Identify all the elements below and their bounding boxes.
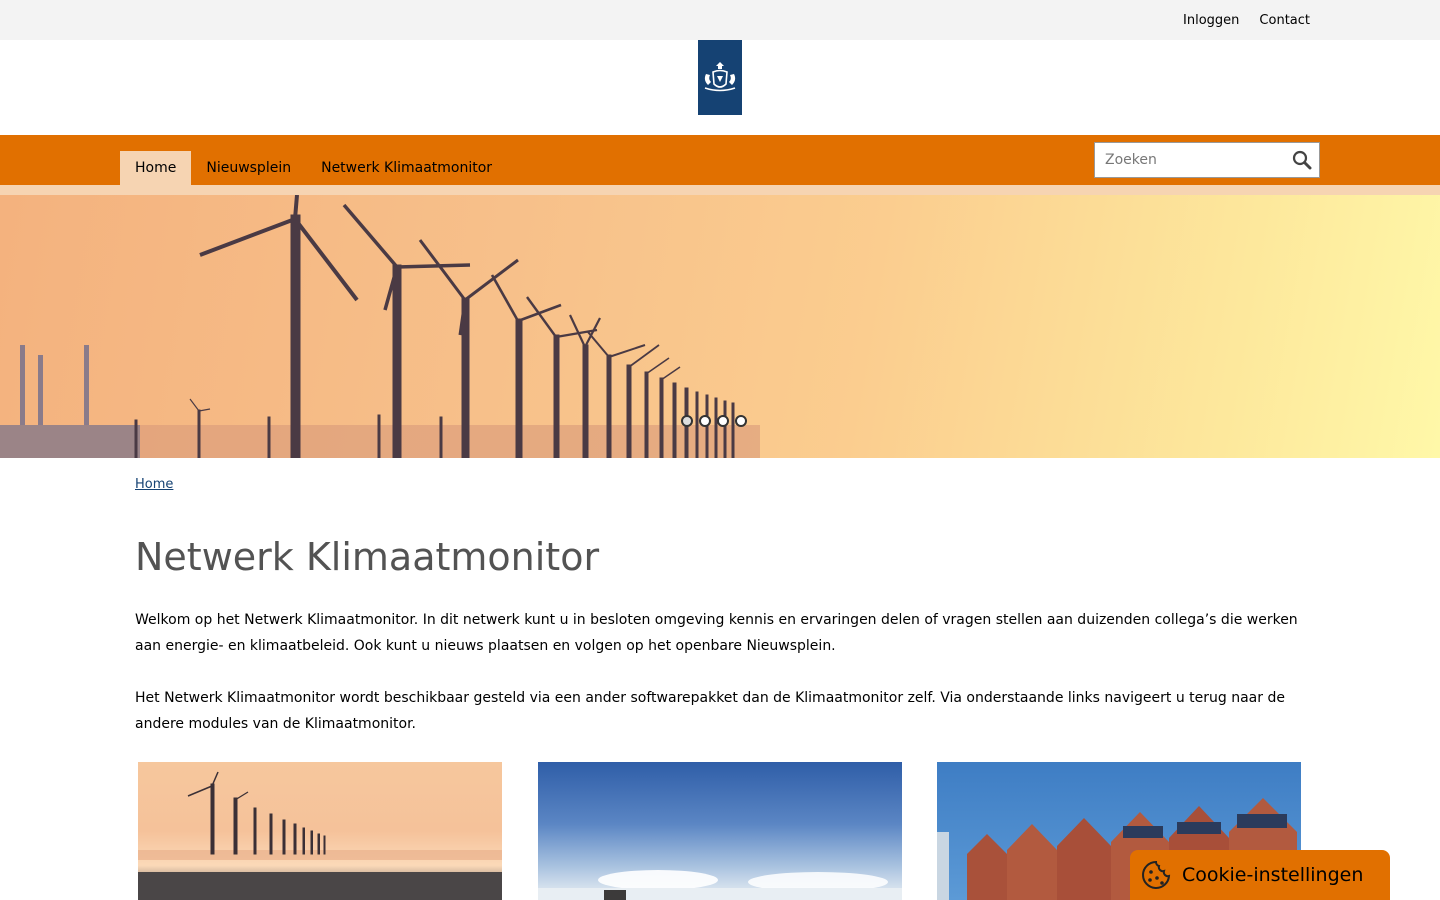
carousel-dot-1[interactable] [681,415,693,427]
carousel-dot-4[interactable] [735,415,747,427]
header [0,40,1440,135]
carousel-dot-2[interactable] [699,415,711,427]
nav-item-home[interactable]: Home [120,151,192,185]
page-title: Netwerk Klimaatmonitor [135,535,600,579]
top-links: Inloggen Contact [1183,0,1310,40]
hero-carousel [0,195,1440,458]
nav-item-netwerk-klimaatmonitor[interactable]: Netwerk Klimaatmonitor [306,151,507,185]
nav-item-nieuwsplein[interactable]: Nieuwsplein [191,151,306,185]
search-box [1094,142,1320,178]
coat-of-arms-icon [704,61,736,91]
module-card-2[interactable] [538,762,902,900]
contact-link[interactable]: Contact [1259,13,1310,28]
main-nav-bar: Home Nieuwsplein Netwerk Klimaatmonitor [0,135,1440,185]
breadcrumb-home[interactable]: Home [135,477,173,492]
cookie-icon [1142,860,1171,889]
search-input[interactable] [1095,143,1285,177]
carousel-dots [681,415,747,427]
carousel-dot-3[interactable] [717,415,729,427]
top-bar: Inloggen Contact [0,0,1440,40]
info-paragraph: Het Netwerk Klimaatmonitor wordt beschik… [135,690,1285,732]
cookie-settings-label: Cookie-instellingen [1182,864,1364,886]
card-image-windturbines [138,771,502,900]
card-image-landscape [538,870,902,900]
rijksoverheid-logo[interactable] [698,40,742,115]
login-link[interactable]: Inloggen [1183,13,1239,28]
cookie-settings-button[interactable]: Cookie-instellingen [1130,850,1390,900]
module-card-1[interactable] [138,762,502,900]
search-button[interactable] [1285,143,1319,177]
intro-paragraph: Welkom op het Netwerk Klimaatmonitor. In… [135,612,1298,654]
search-icon [1292,150,1312,170]
main-nav: Home Nieuwsplein Netwerk Klimaatmonitor [120,151,507,185]
nav-underline [0,185,1440,195]
